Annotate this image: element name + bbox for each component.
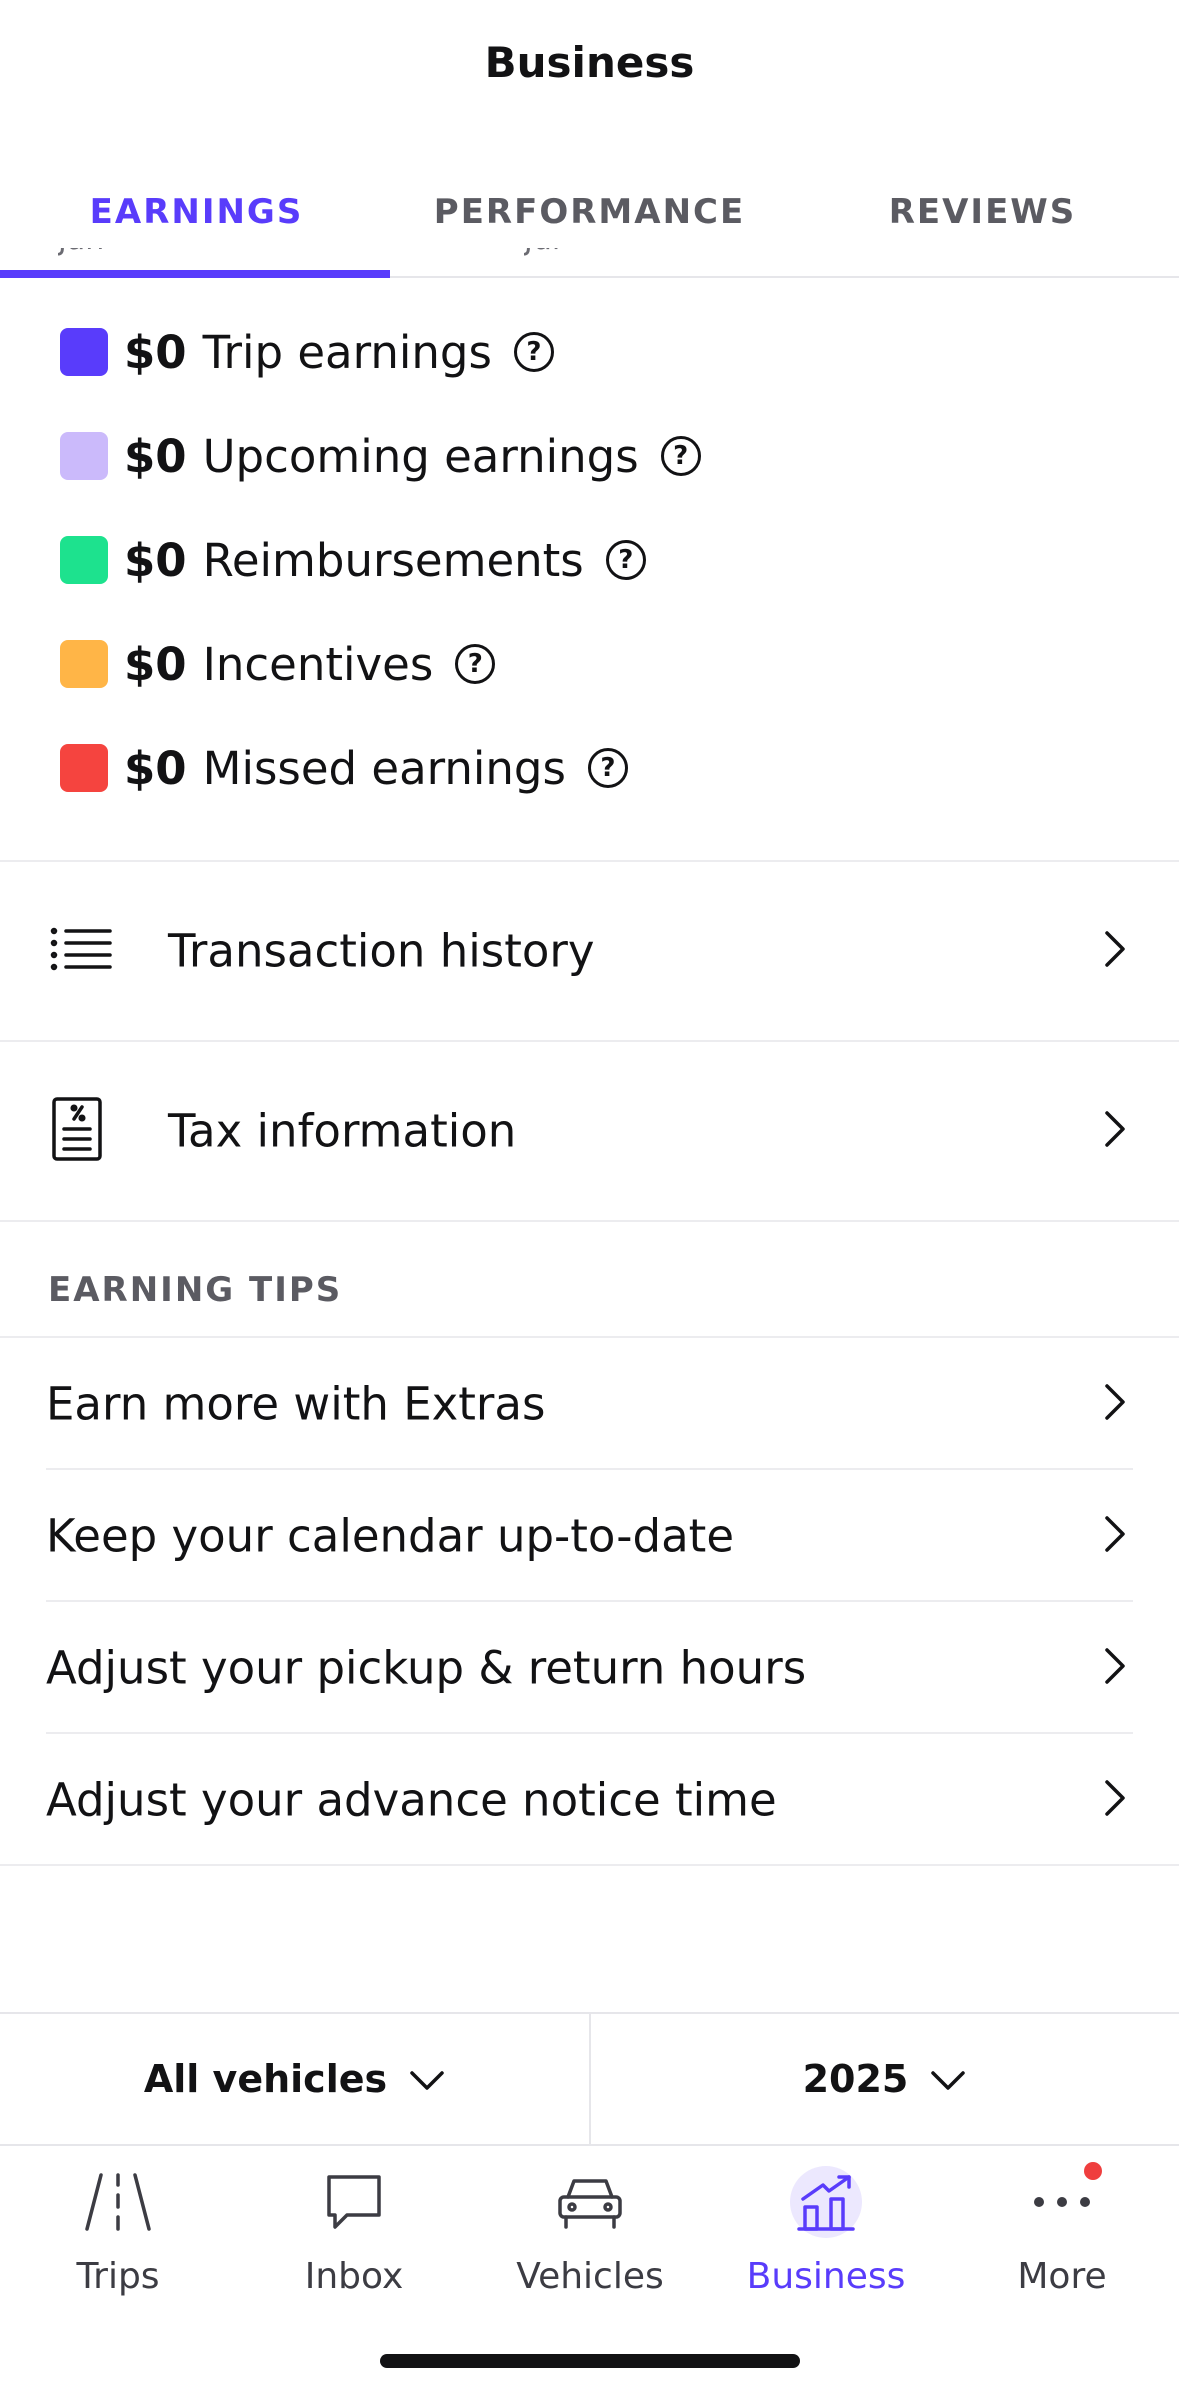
chevron-right-icon: [1103, 929, 1127, 973]
earning-tips-header: EARNING TIPS: [48, 1270, 343, 1310]
tax-information-label: Tax information: [168, 1104, 517, 1158]
chevron-right-icon: [1103, 1514, 1127, 1558]
chat-bubble-icon: [314, 2162, 394, 2242]
transaction-history-label: Transaction history: [168, 924, 595, 978]
tip-earn-more-with-extras[interactable]: Earn more with Extras: [0, 1338, 1179, 1470]
legend-swatch: [60, 640, 108, 688]
chart-up-icon: [786, 2162, 866, 2242]
legend-amount: $0: [124, 325, 187, 379]
chevron-right-icon: [1103, 1109, 1127, 1153]
divider: [0, 1220, 1179, 1222]
filter-bar: All vehicles 2025: [0, 2012, 1179, 2146]
active-tab-indicator: [0, 270, 390, 278]
tip-label: Keep your calendar up-to-date: [46, 1509, 735, 1563]
vehicle-filter-dropdown[interactable]: All vehicles: [0, 2014, 589, 2144]
home-indicator: [380, 2354, 800, 2368]
legend-label: Incentives: [202, 637, 434, 691]
chevron-right-icon: [1103, 1382, 1127, 1426]
legend-amount: $0: [124, 429, 187, 483]
nav-label: Vehicles: [516, 2256, 664, 2297]
legend-swatch: [60, 328, 108, 376]
help-icon[interactable]: ?: [605, 540, 646, 580]
legend-item-reimbursements: $0 Reimbursements ?: [60, 508, 646, 612]
chevron-right-icon: [1103, 1778, 1127, 1822]
tip-label: Adjust your advance notice time: [46, 1773, 777, 1827]
year-filter-dropdown[interactable]: 2025: [590, 2014, 1179, 2144]
car-icon: [550, 2162, 630, 2242]
chevron-down-icon: [930, 2057, 966, 2101]
legend-item-upcoming-earnings: $0 Upcoming earnings ?: [60, 404, 701, 508]
tab-performance[interactable]: PERFORMANCE: [393, 192, 786, 232]
legend-label: Upcoming earnings: [202, 429, 639, 483]
tip-adjust-pickup-return-hours[interactable]: Adjust your pickup & return hours: [0, 1602, 1179, 1734]
help-icon[interactable]: ?: [660, 436, 701, 476]
legend-amount: $0: [124, 637, 187, 691]
legend-swatch: [60, 432, 108, 480]
header: Business: [0, 0, 1179, 140]
legend-label: Trip earnings: [202, 325, 492, 379]
year-filter-label: 2025: [802, 2057, 909, 2101]
legend-item-incentives: $0 Incentives ?: [60, 612, 496, 716]
legend-swatch: [60, 536, 108, 584]
nav-label: More: [1017, 2256, 1107, 2297]
more-dots-icon: [1022, 2162, 1102, 2242]
legend-amount: $0: [124, 741, 187, 795]
help-icon[interactable]: ?: [513, 332, 554, 372]
nav-label: Inbox: [304, 2256, 404, 2297]
help-icon[interactable]: ?: [455, 644, 496, 684]
chevron-right-icon: [1103, 1646, 1127, 1690]
notification-badge: [1084, 2162, 1102, 2180]
vehicle-filter-label: All vehicles: [143, 2057, 388, 2101]
tip-label: Earn more with Extras: [46, 1377, 546, 1431]
tip-label: Adjust your pickup & return hours: [46, 1641, 807, 1695]
nav-inbox[interactable]: Inbox: [236, 2162, 472, 2322]
tip-adjust-advance-notice-time[interactable]: Adjust your advance notice time: [0, 1734, 1179, 1866]
legend-label: Missed earnings: [202, 741, 566, 795]
legend-item-trip-earnings: $0 Trip earnings ?: [60, 300, 554, 404]
chevron-down-icon: [409, 2057, 445, 2101]
tab-bar: EARNINGS PERFORMANCE REVIEWS: [0, 168, 1179, 278]
nav-label: Business: [746, 2256, 906, 2297]
legend-swatch: [60, 744, 108, 792]
nav-business[interactable]: Business: [708, 2162, 944, 2322]
legend-label: Reimbursements: [202, 533, 584, 587]
tab-reviews[interactable]: REVIEWS: [786, 192, 1179, 232]
help-icon[interactable]: ?: [587, 748, 628, 788]
tip-keep-calendar-up-to-date[interactable]: Keep your calendar up-to-date: [0, 1470, 1179, 1602]
transaction-history-row[interactable]: Transaction history: [0, 862, 1179, 1040]
road-icon: [78, 2162, 158, 2242]
nav-vehicles[interactable]: Vehicles: [472, 2162, 708, 2322]
tax-information-row[interactable]: Tax information: [0, 1042, 1179, 1220]
divider: [0, 1864, 1179, 1866]
page-title: Business: [484, 38, 695, 87]
nav-more[interactable]: More: [944, 2162, 1179, 2322]
legend-item-missed-earnings: $0 Missed earnings ?: [60, 716, 628, 820]
legend-amount: $0: [124, 533, 187, 587]
nav-trips[interactable]: Trips: [0, 2162, 236, 2322]
tab-earnings[interactable]: EARNINGS: [0, 192, 393, 232]
list-icon: [50, 925, 114, 977]
tax-document-icon: [50, 1095, 106, 1167]
nav-label: Trips: [76, 2256, 160, 2297]
